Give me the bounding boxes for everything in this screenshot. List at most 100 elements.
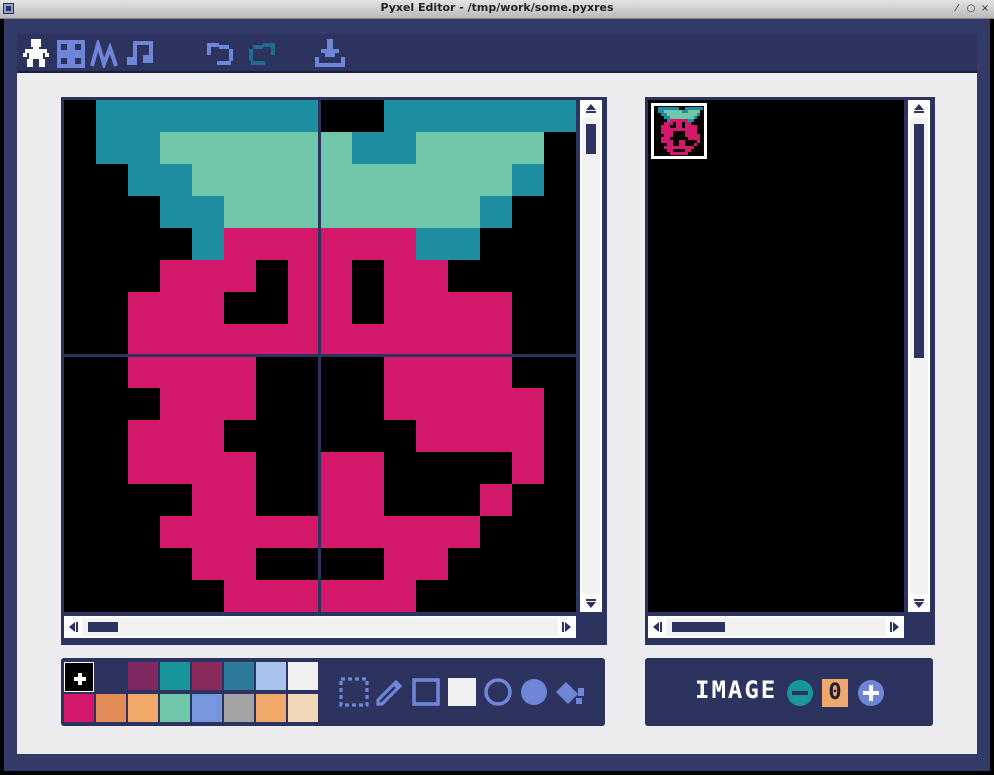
sprite-pixel <box>192 228 224 260</box>
palette-color-7[interactable] <box>288 662 318 690</box>
edit-hscroll-thumb[interactable] <box>88 622 118 632</box>
edit-canvas[interactable] <box>64 100 576 612</box>
sprite-pixel <box>416 388 448 420</box>
palette-color-0[interactable] <box>64 662 94 692</box>
maximize-icon[interactable]: ○ <box>965 2 977 15</box>
palette-color-1[interactable] <box>96 662 126 690</box>
sprite-pixel <box>670 134 673 137</box>
palette-color-15[interactable] <box>288 694 318 722</box>
sprite-pixel <box>688 128 691 131</box>
bank-sprite-thumbnail <box>658 107 703 155</box>
rect-fill-icon[interactable] <box>446 676 478 708</box>
sprite-pixel <box>544 100 576 132</box>
sprite-pixel <box>512 132 544 164</box>
palette-color-9[interactable] <box>96 694 126 722</box>
image-editor-icon[interactable] <box>23 39 49 67</box>
sprite-pixel <box>664 116 667 119</box>
scroll-down-icon[interactable] <box>585 598 597 610</box>
palette-color-8[interactable] <box>64 694 94 722</box>
sprite-pixel <box>673 107 676 110</box>
sprite-pixel <box>688 137 691 140</box>
image-bank-increment-icon[interactable] <box>857 679 885 707</box>
sprite-pixel <box>256 164 288 196</box>
bucket-icon[interactable] <box>554 676 586 708</box>
image-bank-canvas[interactable] <box>648 100 904 612</box>
sprite-pixel <box>320 164 352 196</box>
sound-editor-icon[interactable] <box>90 40 120 68</box>
sprite-pixel <box>320 324 352 356</box>
sprite-pixel <box>352 484 384 516</box>
sprite-pixel <box>448 228 480 260</box>
sprite-pixel <box>288 100 320 132</box>
palette-color-10[interactable] <box>128 694 158 722</box>
sprite-pixel <box>664 125 667 128</box>
sprite-pixel <box>224 260 256 292</box>
scroll-right-icon[interactable] <box>889 621 901 633</box>
circle-fill-icon[interactable] <box>518 676 550 708</box>
palette-color-11[interactable] <box>160 694 190 722</box>
palette-color-4[interactable] <box>192 662 222 690</box>
sprite-pixel <box>682 152 685 155</box>
minimize-icon[interactable]: ⁄ <box>951 2 963 15</box>
edit-hscrollbar[interactable] <box>64 616 576 638</box>
palette-color-12[interactable] <box>192 694 222 722</box>
scroll-left-icon[interactable] <box>67 621 79 633</box>
palette-color-5[interactable] <box>224 662 254 690</box>
sprite-pixel <box>480 132 512 164</box>
save-icon[interactable] <box>315 39 345 67</box>
sprite-pixel <box>664 107 667 110</box>
sprite-pixel <box>416 324 448 356</box>
select-icon[interactable] <box>338 676 370 708</box>
edit-vscroll-track[interactable] <box>582 118 600 594</box>
undo-icon[interactable] <box>207 39 237 67</box>
palette-color-14[interactable] <box>256 694 286 722</box>
sprite-pixel <box>192 196 224 228</box>
sprite-pixel <box>688 113 691 116</box>
circle-outline-icon[interactable] <box>482 676 514 708</box>
sprite-pixel <box>352 580 384 612</box>
rect-outline-icon[interactable] <box>410 676 442 708</box>
sprite-pixel <box>685 125 688 128</box>
sprite-pixel <box>224 580 256 612</box>
sprite-pixel <box>320 580 352 612</box>
sprite-pixel <box>682 143 685 146</box>
bank-hscrollbar[interactable] <box>648 616 904 638</box>
bank-vscrollbar[interactable] <box>908 100 930 612</box>
sprite-pixel <box>128 100 160 132</box>
music-editor-icon[interactable] <box>125 39 155 67</box>
palette-color-6[interactable] <box>256 662 286 690</box>
edit-vscroll-thumb[interactable] <box>586 124 596 154</box>
palette-color-2[interactable] <box>128 662 158 690</box>
scroll-up-icon[interactable] <box>913 102 925 114</box>
sprite-pixel <box>694 107 697 110</box>
sprite-pixel <box>416 164 448 196</box>
sprite-pixel <box>288 324 320 356</box>
palette-color-13[interactable] <box>224 694 254 722</box>
palette-color-3[interactable] <box>160 662 190 690</box>
sprite-pixel <box>694 128 697 131</box>
bank-vscroll-thumb[interactable] <box>914 124 924 358</box>
bank-hscroll-thumb[interactable] <box>672 622 725 632</box>
image-bank-label: IMAGE <box>695 676 778 704</box>
scroll-up-icon[interactable] <box>585 102 597 114</box>
edit-vscrollbar[interactable] <box>580 100 602 612</box>
image-bank-decrement-icon[interactable] <box>786 679 814 707</box>
edit-hscroll-track[interactable] <box>82 618 558 636</box>
scroll-down-icon[interactable] <box>913 598 925 610</box>
sprite-pixel <box>691 137 694 140</box>
sprite-pixel <box>682 119 685 122</box>
sprite-pixel <box>160 132 192 164</box>
redo-icon[interactable] <box>245 39 275 67</box>
sprite-pixel <box>676 125 679 128</box>
selected-color-marker <box>74 670 86 685</box>
scroll-right-icon[interactable] <box>561 621 573 633</box>
sprite-pixel <box>667 122 670 125</box>
sprite-pixel <box>691 128 694 131</box>
close-icon[interactable]: × <box>979 2 991 15</box>
scroll-left-icon[interactable] <box>651 621 663 633</box>
sprite-pixel <box>682 113 685 116</box>
pencil-icon[interactable] <box>374 676 406 708</box>
tilemap-editor-icon[interactable] <box>57 40 85 68</box>
sprite-pixel <box>256 228 288 260</box>
sprite-pixel <box>320 196 352 228</box>
